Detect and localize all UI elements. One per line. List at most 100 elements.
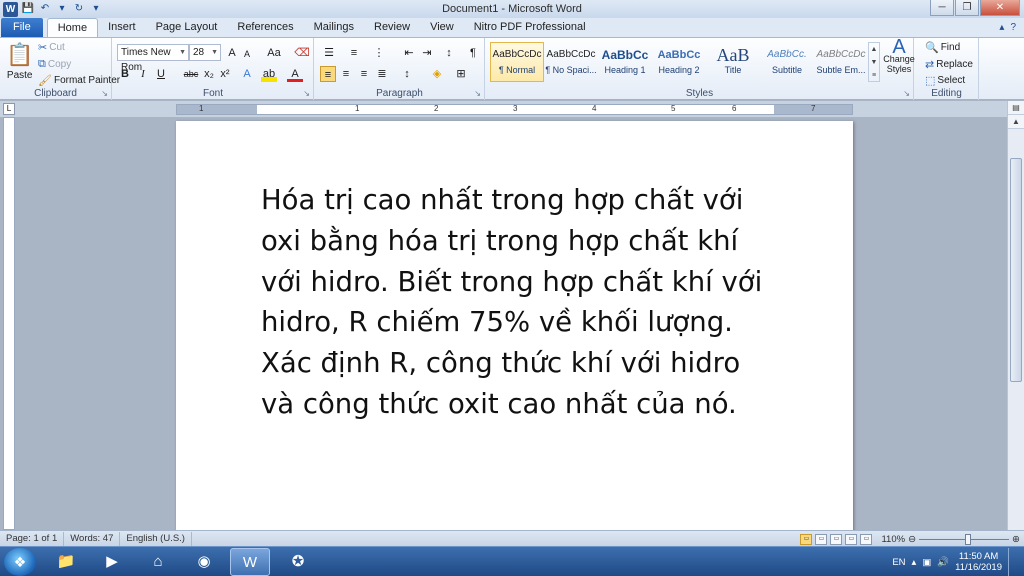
decrease-indent-icon[interactable]: ⇤ [401,45,417,61]
bold-button[interactable]: B [117,66,133,82]
cut-button[interactable]: ✂ Cut [38,41,65,54]
underline-button[interactable]: U [153,66,169,82]
input-language[interactable]: EN [892,557,905,568]
style-title[interactable]: AaB Title [706,42,760,82]
zoom-level[interactable]: 110% [881,534,905,545]
zoom-out-icon[interactable]: ⊖ [908,534,916,545]
highlight-icon[interactable]: ab [261,66,277,82]
bullets-icon[interactable]: ☰ [321,45,337,61]
word-count[interactable]: Words: 47 [64,531,121,546]
network-icon[interactable]: ▣ [922,557,931,568]
align-right-icon[interactable]: ≡ [356,66,372,82]
restore-button[interactable]: ❐ [955,0,979,16]
font-color-icon[interactable]: A [287,66,303,82]
tab-insert[interactable]: Insert [98,18,146,37]
help-icon[interactable]: ? [1010,22,1016,33]
multilevel-list-icon[interactable]: ⋮ [371,45,387,61]
tab-mailings[interactable]: Mailings [304,18,364,37]
justify-icon[interactable]: ≣ [374,66,390,82]
clear-formatting-icon[interactable]: ⌫ [294,45,310,61]
volume-icon[interactable]: 🔊 [937,557,949,568]
scrollbar-thumb[interactable] [1010,158,1022,382]
borders-icon[interactable]: ⊞ [453,66,469,82]
zoom-slider[interactable] [919,533,1010,545]
style-normal[interactable]: AaBbCcDc ¶ Normal [490,42,544,82]
horizontal-ruler[interactable]: 1 1 2 3 4 5 6 7 [176,104,853,115]
print-layout-view-icon[interactable]: ▭ [800,533,813,545]
minimize-ribbon-icon[interactable]: ▴ [999,22,1004,33]
style-no-spacing[interactable]: AaBbCcDc ¶ No Spaci... [544,42,598,82]
font-size-combo[interactable]: 28 ▼ [189,44,221,61]
file-explorer-icon[interactable]: 📁 [46,548,86,576]
tab-selector-button[interactable]: L [3,103,15,115]
save-icon[interactable]: 💾 [21,2,35,16]
document-body-text[interactable]: Hóa trị cao nhất trong hợp chất với oxi … [261,180,771,425]
change-styles-button[interactable]: A Change Styles [882,37,916,74]
show-formatting-button[interactable]: ¶ [465,45,481,61]
paste-button[interactable]: 📋 Paste [6,42,33,81]
word-taskbar-icon[interactable]: W [230,548,270,576]
tab-nitro-pdf[interactable]: Nitro PDF Professional [464,18,596,37]
sort-icon[interactable]: ↕ [441,45,457,61]
full-screen-reading-icon[interactable]: ▭ [815,533,828,545]
draft-view-icon[interactable]: ▭ [860,533,873,545]
styles-launcher-icon[interactable]: ↘ [903,89,910,98]
minimize-button[interactable]: ─ [930,0,954,16]
tab-references[interactable]: References [227,18,303,37]
style-subtitle[interactable]: AaBbCc. Subtitle [760,42,814,82]
text-effects-icon[interactable]: A [239,66,255,82]
close-button[interactable]: ✕ [980,0,1020,16]
font-launcher-icon[interactable]: ↘ [303,89,310,98]
style-heading-1[interactable]: AaBbCc Heading 1 [598,42,652,82]
outline-view-icon[interactable]: ▭ [845,533,858,545]
vertical-ruler[interactable] [3,117,15,530]
document-page[interactable]: Hóa trị cao nhất trong hợp chất với oxi … [176,121,853,541]
tab-view[interactable]: View [420,18,464,37]
style-heading-2[interactable]: AaBbCc Heading 2 [652,42,706,82]
undo-icon[interactable]: ↶ [38,2,52,16]
tab-page-layout[interactable]: Page Layout [146,18,228,37]
numbering-icon[interactable]: ≡ [346,45,362,61]
scroll-up-icon[interactable]: ▲ [1008,115,1024,129]
start-button[interactable]: ❖ [4,548,36,576]
styles-gallery-scroll[interactable]: ▲ ▼ ≡ [868,42,880,82]
superscript-button[interactable]: x² [217,66,233,82]
change-case-button[interactable]: Aa [263,45,285,61]
align-center-icon[interactable]: ≡ [338,66,354,82]
green-app-icon[interactable]: ✪ [278,548,318,576]
zoom-thumb[interactable] [965,533,972,545]
tab-review[interactable]: Review [364,18,420,37]
grow-font-button[interactable]: A [224,45,240,61]
font-name-combo[interactable]: Times New Rom ▼ [117,44,189,73]
view-ruler-icon[interactable]: ▤ [1008,101,1024,115]
strikethrough-button[interactable]: abc [181,66,201,82]
format-painter-button[interactable]: 🖌 Format Painter [38,74,120,87]
show-desktop-button[interactable] [1008,548,1018,576]
select-button[interactable]: ⬚ Select [925,74,965,87]
zoom-in-icon[interactable]: ⊕ [1012,534,1020,545]
find-button[interactable]: 🔍 Find [925,41,960,54]
app-launcher-icon[interactable]: ⌂ [138,548,178,576]
web-layout-icon[interactable]: ▭ [830,533,843,545]
undo-dropdown-icon[interactable]: ▾ [55,2,69,16]
tab-file[interactable]: File [1,18,43,37]
tray-expand-icon[interactable]: ▴ [912,557,917,568]
firefox-icon[interactable]: ◉ [184,548,224,576]
language-indicator[interactable]: English (U.S.) [120,531,192,546]
paragraph-launcher-icon[interactable]: ↘ [474,89,481,98]
shading-icon[interactable]: ◈ [429,66,445,82]
page-count[interactable]: Page: 1 of 1 [0,531,65,546]
italic-button[interactable]: I [135,66,151,82]
tab-home[interactable]: Home [46,18,99,37]
media-player-icon[interactable]: ▶ [92,548,132,576]
copy-button[interactable]: ⧉ Copy [38,58,71,71]
vertical-scrollbar[interactable]: ▤ ▲ [1007,101,1024,530]
line-spacing-icon[interactable]: ↕ [399,66,415,82]
subscript-button[interactable]: x₂ [201,66,217,82]
replace-button[interactable]: ⇄ Replace [925,58,973,71]
increase-indent-icon[interactable]: ⇥ [419,45,435,61]
redo-icon[interactable]: ↻ [72,2,86,16]
align-left-icon[interactable]: ≡ [320,66,336,82]
style-subtle-emphasis[interactable]: AaBbCcDc Subtle Em... [814,42,868,82]
word-logo-icon[interactable]: W [3,1,18,17]
